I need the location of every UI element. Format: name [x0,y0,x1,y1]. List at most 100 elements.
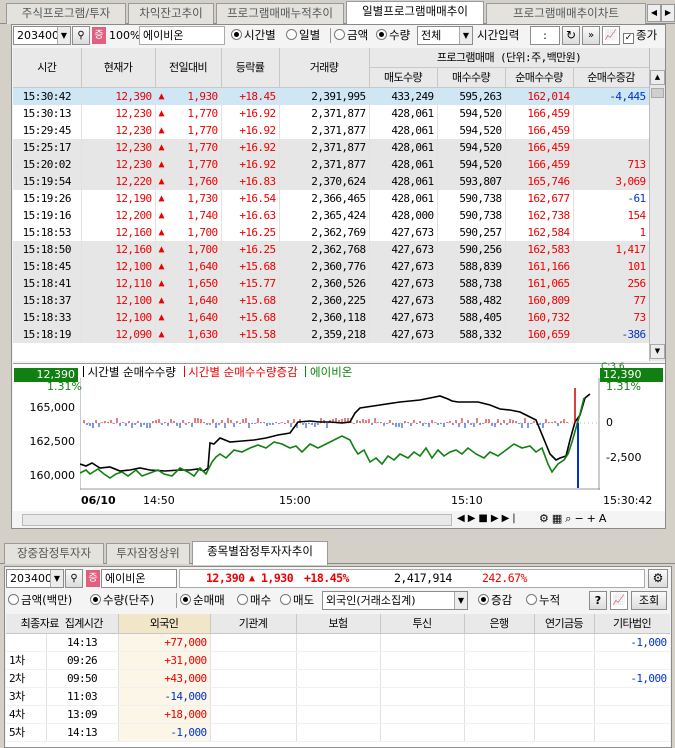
stock-code-input[interactable]: 203400 ▼ [13,26,71,45]
scroll-thumb[interactable] [651,88,664,98]
bottom-code-input[interactable]: 203400 ▼ [6,569,64,588]
tab-daily-program-trend[interactable]: 일별프로그램매매추이 [346,1,484,25]
table-row[interactable]: 2차 09:50 +43,000 -1,000 [6,669,670,688]
table-row[interactable]: 5차 14:13 -1,000 [6,723,670,742]
next-icon[interactable]: » [582,26,600,45]
nav-play-icon[interactable]: ▶ [468,513,479,524]
col-buy-qty[interactable]: 매수수량 [437,67,506,88]
chart-text-icon[interactable]: A [599,512,610,525]
radio-amount-million-dot[interactable] [8,594,19,605]
col-last-time[interactable]: 최종자료 집계시간 [6,614,119,634]
table-row[interactable]: 15:18:50 12,160 ▲ 1,700 +16.25 2,362,768 427,6… [13,241,649,258]
table-row[interactable]: 1차 09:26 +31,000 [6,651,670,670]
table-row[interactable]: 4차 13:09 +18,000 [6,705,670,724]
bottom-code-dropdown-icon[interactable]: ▼ [50,570,63,587]
help-button[interactable]: ? [589,591,607,610]
search-icon[interactable]: ⚲ [72,26,90,45]
scroll-up-icon[interactable]: ▲ [650,70,665,85]
radio-time[interactable]: 시간별 [231,26,276,45]
nav-next-icon[interactable]: ▶ [491,513,502,524]
bottom-stock-name[interactable]: 에이비온 [101,569,177,588]
chart-grid-icon[interactable]: ▦ [552,512,565,525]
col-sell-qty[interactable]: 매도수량 [369,67,438,88]
col-bank[interactable]: 은행 [464,614,535,634]
radio-day-dot[interactable] [286,29,297,40]
close-price-checkbox[interactable]: ✓ 종가 [623,26,657,45]
tab-investor-top[interactable]: 투자잠정상위 [106,543,190,564]
col-price[interactable]: 현재가 [81,48,156,88]
query-button[interactable]: 조회 [631,591,667,610]
radio-time-dot[interactable] [231,29,242,40]
radio-qty[interactable]: 수량 [376,26,410,45]
table-row[interactable]: 15:30:42 12,390 ▲ 1,930 +18.45 2,391,995 433,2… [13,87,649,105]
stock-name-field[interactable]: 에이비온 [139,26,225,45]
radio-sell-dot[interactable] [280,594,291,605]
tab-scroll-left-icon[interactable]: ◀ [647,4,661,22]
col-institution[interactable]: 기관계 [210,614,297,634]
col-net-qty[interactable]: 순매수수량 [505,67,574,88]
tab-program-trend-chart[interactable]: 프로그램매매추이차트 [486,3,646,24]
table-row[interactable]: 15:18:37 12,100 ▲ 1,640 +15.68 2,360,225 427,6… [13,292,649,309]
tab-arbitrage-balance[interactable]: 차익잔고추이 [128,3,214,24]
radio-amount-million[interactable]: 금액(백만) [8,591,72,610]
chart-plus-icon[interactable]: + [587,512,599,525]
chart-tool-icons[interactable]: ⚙▦⌕−+A [539,512,609,526]
radio-qty-shares-dot[interactable] [90,594,101,605]
bottom-search-icon[interactable]: ⚲ [65,569,83,588]
table-row[interactable]: 15:18:41 12,110 ▲ 1,650 +15.77 2,360,526 427,6… [13,275,649,292]
radio-amount[interactable]: 금액 [334,26,368,45]
table-row[interactable]: 15:19:54 12,220 ▲ 1,760 +16.83 2,370,624 428,0… [13,173,649,190]
program-type-select[interactable]: 전체 ▼ [417,26,473,45]
table-row[interactable]: 15:19:26 12,190 ▲ 1,730 +16.54 2,366,465 428,0… [13,190,649,207]
table-row[interactable]: 15:20:02 12,230 ▲ 1,770 +16.92 2,371,877 428,0… [13,156,649,173]
table-row[interactable]: 3차 11:03 -14,000 [6,687,670,706]
radio-cumulative[interactable]: 누적 [526,591,560,610]
col-trust[interactable]: 투신 [380,614,465,634]
nav-stop-icon[interactable]: ■ [478,513,490,524]
col-net-delta[interactable]: 순매수증감 [573,67,649,88]
chart-scrollbar[interactable] [22,514,452,526]
table-row[interactable]: 15:30:13 12,230 ▲ 1,770 +16.92 2,371,877 428,0… [13,105,649,122]
tab-program-investor[interactable]: 주식프로그램/투자 [6,3,126,24]
tab-intraday-investor[interactable]: 장중잠정투자자 [4,543,104,564]
nav-prev-icon[interactable]: ◀ [457,513,468,524]
code-dropdown-icon[interactable]: ▼ [57,27,70,44]
chart-settings-icon[interactable]: ⚙ [539,512,552,525]
col-insurance[interactable]: 보험 [296,614,381,634]
time-input[interactable]: : [530,26,560,45]
table-row[interactable]: 15:18:45 12,100 ▲ 1,640 +15.68 2,360,776 427,6… [13,258,649,275]
col-foreign[interactable]: 외국인 [118,614,211,634]
tab-stock-investor-trend[interactable]: 종목별잠정투자자추이 [192,541,328,565]
col-other-corp[interactable]: 기타법인 [594,614,670,634]
bottom-chart-icon[interactable]: 📈 [610,591,628,610]
radio-sell[interactable]: 매도 [280,591,314,610]
table-row[interactable]: 15:18:19 12,090 ▲ 1,630 +15.58 2,359,218 427,6… [13,326,649,343]
col-change[interactable]: 전일대비 [155,48,222,88]
chart-nav-controls[interactable]: ◀▶■▶▶| [457,513,519,524]
col-time[interactable]: 시간 [13,48,82,88]
settings-gear-icon[interactable]: ⚙ [648,569,668,588]
nav-end-icon[interactable]: ▶| [502,513,519,524]
refresh-icon[interactable]: ↻ [562,26,580,45]
radio-amount-dot[interactable] [334,29,345,40]
table-row[interactable]: 15:19:16 12,200 ▲ 1,740 +16.63 2,365,424 428,0… [13,207,649,224]
radio-cumulative-dot[interactable] [526,594,537,605]
close-price-check-icon[interactable]: ✓ [623,33,634,44]
investor-dropdown-icon[interactable]: ▼ [454,592,467,609]
chart-toggle-icon[interactable]: 📈 [602,26,620,45]
type-dropdown-icon[interactable]: ▼ [459,27,472,44]
radio-qty-dot[interactable] [376,29,387,40]
col-volume[interactable]: 거래량 [279,48,370,88]
radio-day[interactable]: 일별 [286,26,320,45]
tab-scroll-right-icon[interactable]: ▶ [661,4,675,22]
table-scrollbar[interactable]: ▲ ▼ [649,48,665,361]
tab-program-cumulative[interactable]: 프로그램매매누적추이 [216,3,344,24]
radio-net-trade[interactable]: 순매매 [180,591,225,610]
table-row[interactable]: 14:13 +77,000 -1,000 [6,633,670,652]
radio-qty-shares[interactable]: 수량(단주) [90,591,154,610]
table-row[interactable]: 15:18:33 12,100 ▲ 1,640 +15.68 2,360,118 427,6… [13,309,649,326]
table-row[interactable]: 15:29:45 12,230 ▲ 1,770 +16.92 2,371,877 428,0… [13,122,649,139]
investor-type-select[interactable]: 외국인(거래소집계) ▼ [322,591,468,610]
table-row[interactable]: 15:25:17 12,230 ▲ 1,770 +16.92 2,371,877 428,0… [13,139,649,156]
radio-buy[interactable]: 매수 [237,591,271,610]
